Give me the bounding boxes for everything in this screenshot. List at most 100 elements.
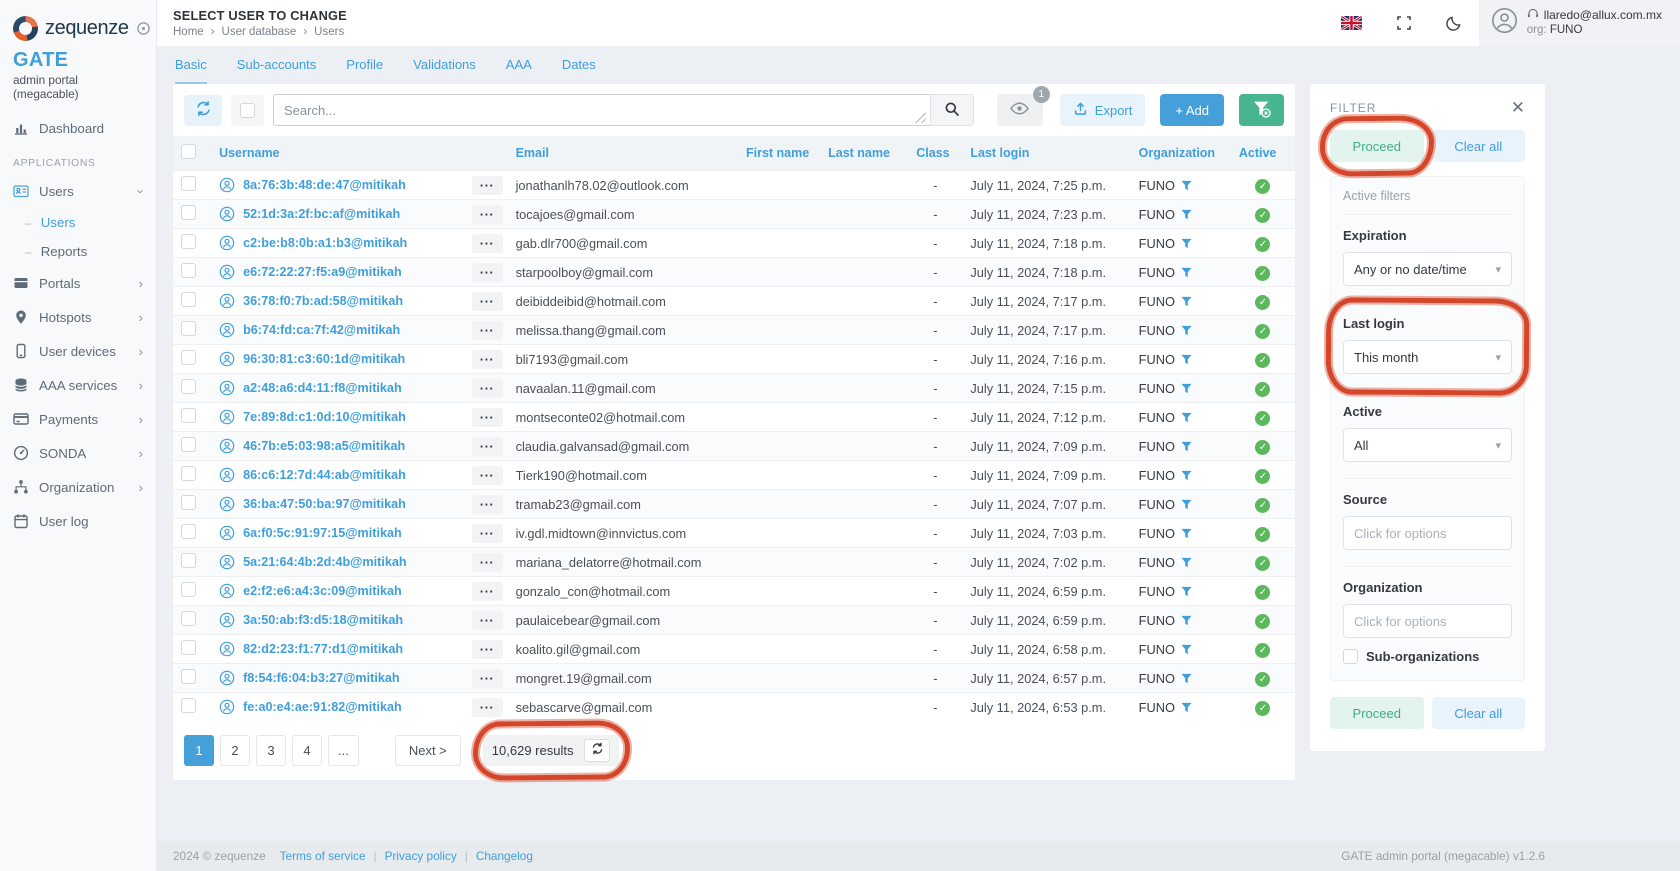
row-checkbox[interactable] — [181, 205, 196, 220]
clear-all-button-bottom[interactable]: Clear all — [1432, 697, 1526, 729]
row-checkbox[interactable] — [181, 321, 196, 336]
last-login-select[interactable]: This month▾ — [1343, 340, 1512, 374]
col-username[interactable]: Username — [211, 136, 463, 171]
username-link[interactable]: 5a:21:64:4b:2d:4b@mitikah — [219, 554, 455, 570]
row-checkbox[interactable] — [181, 669, 196, 684]
active-select[interactable]: All▾ — [1343, 428, 1512, 462]
proceed-button[interactable]: Proceed — [1330, 130, 1424, 162]
col-class[interactable]: Class — [908, 136, 962, 171]
row-checkbox[interactable] — [181, 524, 196, 539]
row-checkbox[interactable] — [181, 379, 196, 394]
org-filter-funnel-icon[interactable] — [1181, 441, 1192, 452]
language-flag-icon[interactable] — [1324, 0, 1379, 46]
username-link[interactable]: fe:a0:e4:ae:91:82@mitikah — [219, 699, 455, 715]
row-actions-button[interactable]: ··· — [472, 611, 503, 630]
terms-link[interactable]: Terms of service — [280, 849, 366, 863]
sidebar-subitem-reports[interactable]: –Reports — [0, 237, 156, 266]
username-link[interactable]: 52:1d:3a:2f:bc:af@mitikah — [219, 206, 455, 222]
tab-sub-accounts[interactable]: Sub-accounts — [237, 57, 317, 84]
row-actions-button[interactable]: ··· — [472, 524, 503, 543]
row-actions-button[interactable]: ··· — [472, 495, 503, 514]
source-input[interactable]: Click for options — [1343, 516, 1512, 550]
page-ellipsis-button[interactable]: ... — [328, 735, 359, 766]
username-link[interactable]: 7e:89:8d:c1:0d:10@mitikah — [219, 409, 455, 425]
row-checkbox[interactable] — [181, 553, 196, 568]
org-filter-funnel-icon[interactable] — [1181, 267, 1192, 278]
col-first-name[interactable]: First name — [738, 136, 820, 171]
org-filter-funnel-icon[interactable] — [1181, 702, 1192, 713]
sidebar-item-dashboard[interactable]: Dashboard — [0, 111, 156, 145]
proceed-button-bottom[interactable]: Proceed — [1330, 697, 1424, 729]
row-actions-button[interactable]: ··· — [472, 640, 503, 659]
tab-profile[interactable]: Profile — [346, 57, 383, 84]
username-link[interactable]: 82:d2:23:f1:77:d1@mitikah — [219, 641, 455, 657]
row-actions-button[interactable]: ··· — [472, 205, 503, 224]
row-actions-button[interactable]: ··· — [472, 669, 503, 688]
sidebar-item-users[interactable]: Users› — [0, 174, 156, 208]
visibility-button[interactable]: 1 — [997, 94, 1043, 126]
username-link[interactable]: 36:ba:47:50:ba:97@mitikah — [219, 496, 455, 512]
organization-input[interactable]: Click for options — [1343, 604, 1512, 638]
row-checkbox[interactable] — [181, 234, 196, 249]
username-link[interactable]: 6a:f0:5c:91:97:15@mitikah — [219, 525, 455, 541]
sidebar-item-portals[interactable]: Portals› — [0, 266, 156, 300]
row-actions-button[interactable]: ··· — [472, 582, 503, 601]
search-input[interactable] — [273, 94, 930, 126]
org-filter-funnel-icon[interactable] — [1181, 557, 1192, 568]
page-button-3[interactable]: 3 — [256, 735, 286, 766]
org-filter-funnel-icon[interactable] — [1181, 180, 1192, 191]
org-filter-funnel-icon[interactable] — [1181, 383, 1192, 394]
sidebar-item-hotspots[interactable]: Hotspots› — [0, 300, 156, 334]
col-organization[interactable]: Organization — [1131, 136, 1231, 171]
row-actions-button[interactable]: ··· — [472, 234, 503, 253]
col-email[interactable]: Email — [508, 136, 738, 171]
row-actions-button[interactable]: ··· — [472, 466, 503, 485]
close-icon[interactable]: ✕ — [1511, 99, 1525, 116]
expiration-select[interactable]: Any or no date/time▾ — [1343, 252, 1512, 286]
row-checkbox[interactable] — [181, 582, 196, 597]
row-actions-button[interactable]: ··· — [472, 350, 503, 369]
org-filter-funnel-icon[interactable] — [1181, 209, 1192, 220]
sidebar-item-aaa-services[interactable]: AAA services› — [0, 368, 156, 402]
row-actions-button[interactable]: ··· — [472, 176, 503, 195]
row-checkbox[interactable] — [181, 408, 196, 423]
row-actions-button[interactable]: ··· — [472, 698, 503, 717]
row-actions-button[interactable]: ··· — [472, 408, 503, 427]
clear-all-button[interactable]: Clear all — [1432, 130, 1526, 162]
username-link[interactable]: 8a:76:3b:48:de:47@mitikah — [219, 177, 455, 193]
row-checkbox[interactable] — [181, 263, 196, 278]
org-filter-funnel-icon[interactable] — [1181, 296, 1192, 307]
page-button-1[interactable]: 1 — [184, 735, 214, 766]
org-filter-funnel-icon[interactable] — [1181, 644, 1192, 655]
privacy-link[interactable]: Privacy policy — [385, 849, 457, 863]
org-filter-funnel-icon[interactable] — [1181, 354, 1192, 365]
sidebar-subitem-users[interactable]: –Users — [0, 208, 156, 237]
username-link[interactable]: f8:54:f6:04:b3:27@mitikah — [219, 670, 455, 686]
filter-toggle-button[interactable] — [1239, 94, 1284, 126]
sidebar-item-sonda[interactable]: SONDA› — [0, 436, 156, 470]
page-button-4[interactable]: 4 — [292, 735, 322, 766]
sidebar-toggle-icon[interactable] — [136, 21, 151, 36]
row-actions-button[interactable]: ··· — [472, 379, 503, 398]
user-menu[interactable]: llaredo@allux.com.mx org: FUNO — [1479, 0, 1680, 46]
org-filter-funnel-icon[interactable] — [1181, 412, 1192, 423]
username-link[interactable]: c2:be:b8:0b:a1:b3@mitikah — [219, 235, 455, 251]
col-active[interactable]: Active — [1231, 136, 1295, 171]
org-filter-funnel-icon[interactable] — [1181, 470, 1192, 481]
tab-basic[interactable]: Basic — [175, 57, 207, 84]
username-link[interactable]: e6:72:22:27:f5:a9@mitikah — [219, 264, 455, 280]
row-checkbox[interactable] — [181, 640, 196, 655]
row-checkbox[interactable] — [181, 350, 196, 365]
org-filter-funnel-icon[interactable] — [1181, 325, 1192, 336]
sidebar-item-user-log[interactable]: User log — [0, 504, 156, 538]
row-actions-button[interactable]: ··· — [472, 292, 503, 311]
org-filter-funnel-icon[interactable] — [1181, 238, 1192, 249]
username-link[interactable]: a2:48:a6:d4:11:f8@mitikah — [219, 380, 455, 396]
col-last-name[interactable]: Last name — [820, 136, 908, 171]
username-link[interactable]: b6:74:fd:ca:7f:42@mitikah — [219, 322, 455, 338]
tab-aaa[interactable]: AAA — [506, 57, 532, 84]
org-filter-funnel-icon[interactable] — [1181, 673, 1192, 684]
row-actions-button[interactable]: ··· — [472, 437, 503, 456]
sidebar-item-user-devices[interactable]: User devices› — [0, 334, 156, 368]
username-link[interactable]: 86:c6:12:7d:44:ab@mitikah — [219, 467, 455, 483]
